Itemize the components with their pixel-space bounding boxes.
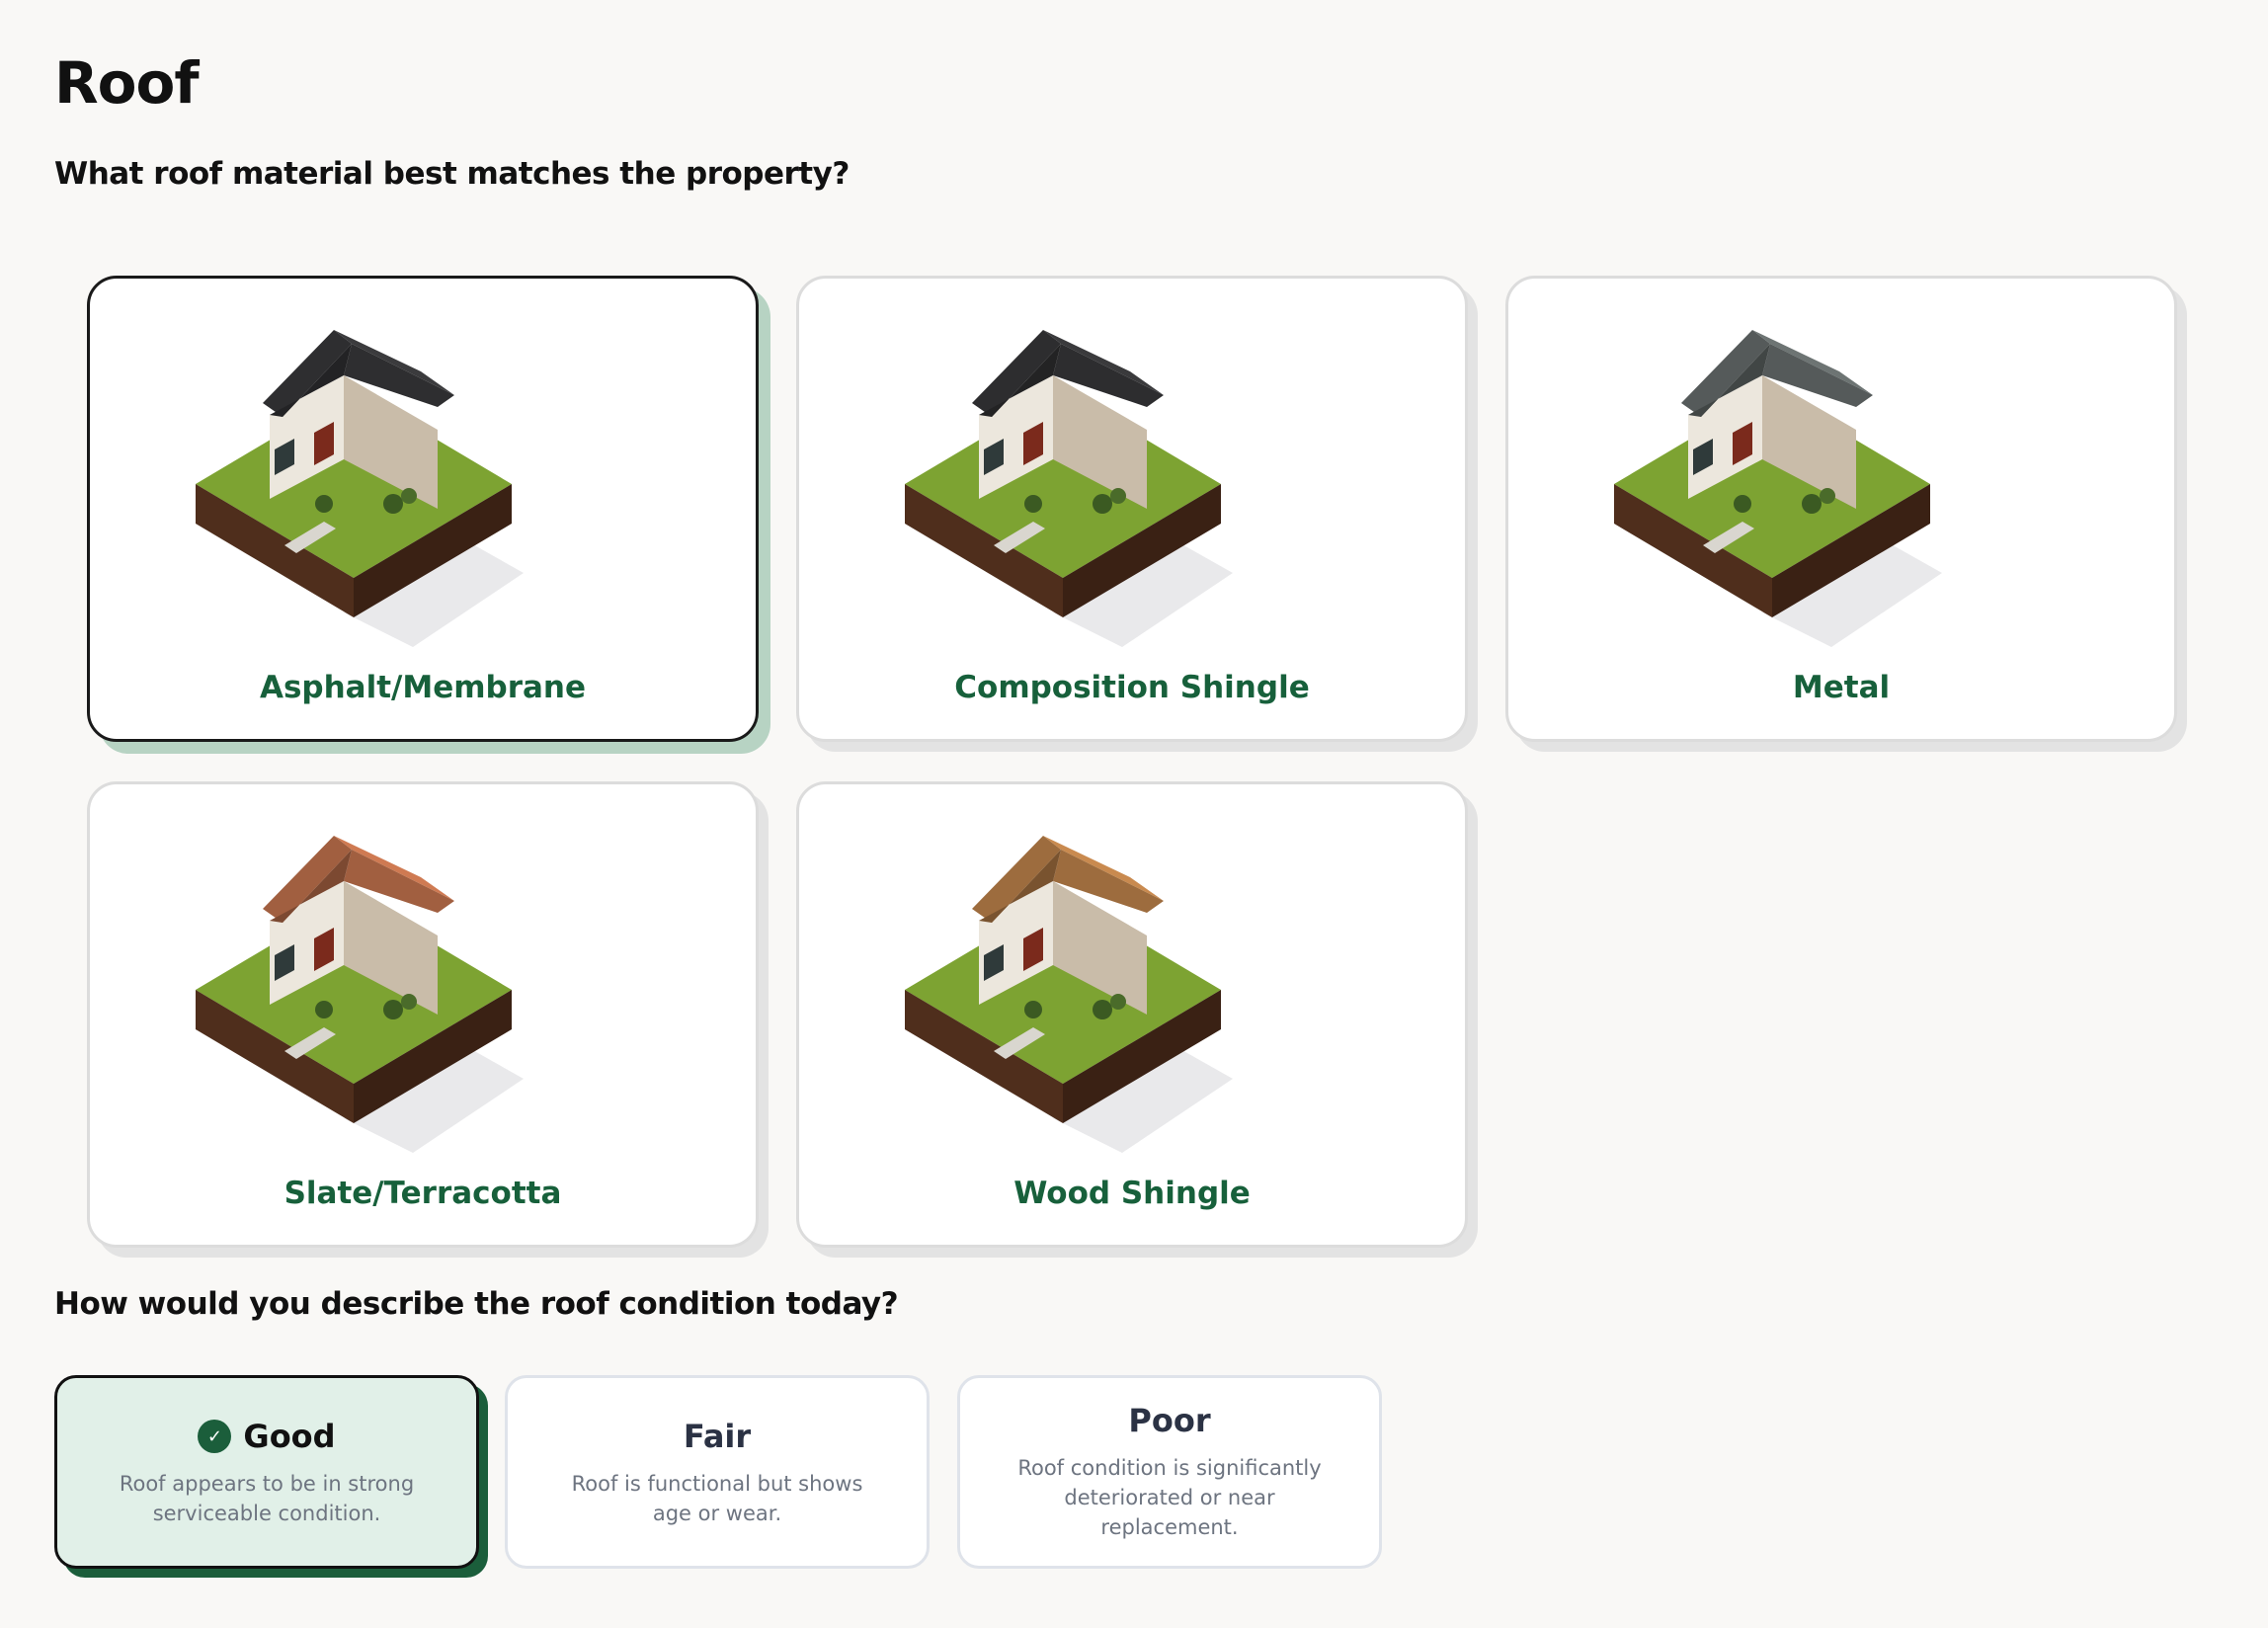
material-label: Wood Shingle [1013, 1176, 1251, 1211]
material-card-composition-shingle[interactable]: Composition Shingle [796, 276, 1468, 742]
material-card-metal[interactable]: Metal [1505, 276, 2177, 742]
condition-question: How would you describe the roof conditio… [54, 1286, 899, 1322]
condition-description: Roof is functional but shows age or wear… [571, 1472, 863, 1525]
material-label: Metal [1792, 670, 1891, 705]
condition-option-good[interactable]: ✓ Good Roof appears to be in strong serv… [54, 1375, 479, 1569]
condition-description: Roof appears to be in strong serviceable… [119, 1472, 415, 1525]
material-label: Composition Shingle [954, 670, 1310, 705]
house-illustration-icon [1614, 330, 1942, 647]
house-illustration-icon [905, 836, 1233, 1153]
condition-description: Roof condition is significantly deterior… [1017, 1456, 1322, 1539]
material-card-wood-shingle[interactable]: Wood Shingle [796, 781, 1468, 1248]
page-title: Roof [54, 49, 200, 117]
condition-title: Good [243, 1418, 336, 1455]
condition-option-poor[interactable]: Poor Roof condition is significantly det… [957, 1375, 1382, 1569]
material-label: Slate/Terracotta [284, 1176, 562, 1211]
condition-title: Fair [683, 1418, 752, 1455]
condition-title: Poor [1128, 1402, 1211, 1439]
material-label: Asphalt/Membrane [259, 670, 587, 705]
material-card-slate-terracotta[interactable]: Slate/Terracotta [87, 781, 759, 1248]
material-card-asphalt-membrane[interactable]: Asphalt/Membrane [87, 276, 759, 742]
material-question: What roof material best matches the prop… [54, 156, 850, 192]
condition-option-fair[interactable]: Fair Roof is functional but shows age or… [505, 1375, 930, 1569]
check-icon: ✓ [198, 1420, 232, 1453]
house-illustration-icon [905, 330, 1233, 647]
house-illustration-icon [196, 330, 524, 647]
house-illustration-icon [196, 836, 524, 1153]
